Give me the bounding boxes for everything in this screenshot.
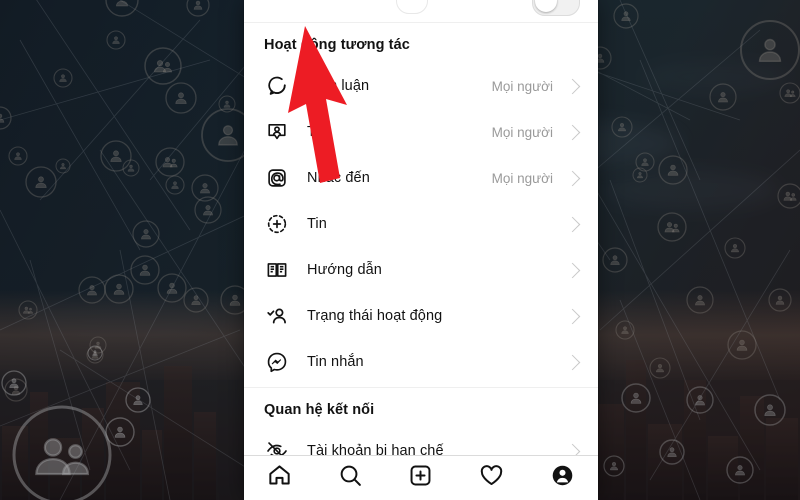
home-icon: [267, 463, 292, 493]
story-icon: [264, 211, 290, 237]
chevron-right-icon: [564, 170, 581, 186]
settings-row-value: Mọi người: [491, 78, 553, 94]
toggle-knob: [535, 0, 557, 12]
nav-home-button[interactable]: [257, 460, 301, 496]
settings-row-messages[interactable]: Tin nhắn: [244, 339, 598, 385]
settings-row-label: Trạng thái hoạt động: [307, 308, 443, 324]
comment-icon: [264, 73, 290, 99]
chevron-right-icon: [564, 308, 581, 324]
nav-create-button[interactable]: [399, 460, 443, 496]
phone-screen: Hoạt động tương tác Bình luận Mọi người: [244, 0, 598, 500]
settings-row-label: Tin: [307, 216, 327, 232]
bottom-navigation-bar: [244, 455, 598, 500]
settings-row-value: Mọi người: [491, 124, 553, 140]
chevron-right-icon: [564, 354, 581, 370]
section-header-interaction: Hoạt động tương tác: [264, 37, 410, 53]
nav-profile-button[interactable]: [541, 460, 585, 496]
guide-book-icon: [264, 257, 290, 283]
settings-list: Hoạt động tương tác Bình luận Mọi người: [244, 23, 598, 479]
top-toggle-strip: [244, 0, 598, 23]
section-header-connections: Quan hệ kết nối: [264, 402, 375, 418]
chevron-right-icon: [564, 262, 581, 278]
chevron-right-icon: [564, 124, 581, 140]
settings-row-label: Thẻ: [307, 124, 333, 140]
settings-row-value: Mọi người: [491, 170, 553, 186]
settings-row-comments[interactable]: Bình luận Mọi người: [244, 63, 598, 109]
nav-activity-button[interactable]: [470, 460, 514, 496]
cut-off-toggle-switch-secondary[interactable]: [396, 0, 428, 14]
settings-row-label: Bình luận: [307, 78, 370, 94]
settings-row-story[interactable]: Tin: [244, 201, 598, 247]
settings-row-mentions[interactable]: Nhắc đến Mọi người: [244, 155, 598, 201]
settings-row-label: Nhắc đến: [307, 170, 370, 186]
settings-row-tags[interactable]: Thẻ Mọi người: [244, 109, 598, 155]
chevron-right-icon: [564, 216, 581, 232]
profile-icon: [550, 463, 575, 493]
search-icon: [338, 463, 363, 493]
nav-search-button[interactable]: [328, 460, 372, 496]
mention-icon: [264, 165, 290, 191]
messenger-icon: [264, 349, 290, 375]
settings-row-guides[interactable]: Hướng dẫn: [244, 247, 598, 293]
settings-row-label: Hướng dẫn: [307, 262, 382, 278]
settings-row-activity-status[interactable]: Trạng thái hoạt động: [244, 293, 598, 339]
settings-row-label: Tin nhắn: [307, 354, 364, 370]
cut-off-toggle-switch[interactable]: [532, 0, 580, 16]
heart-icon: [479, 463, 504, 493]
tag-icon: [264, 119, 290, 145]
add-icon: [408, 463, 433, 493]
activity-status-icon: [264, 303, 290, 329]
chevron-right-icon: [564, 78, 581, 94]
